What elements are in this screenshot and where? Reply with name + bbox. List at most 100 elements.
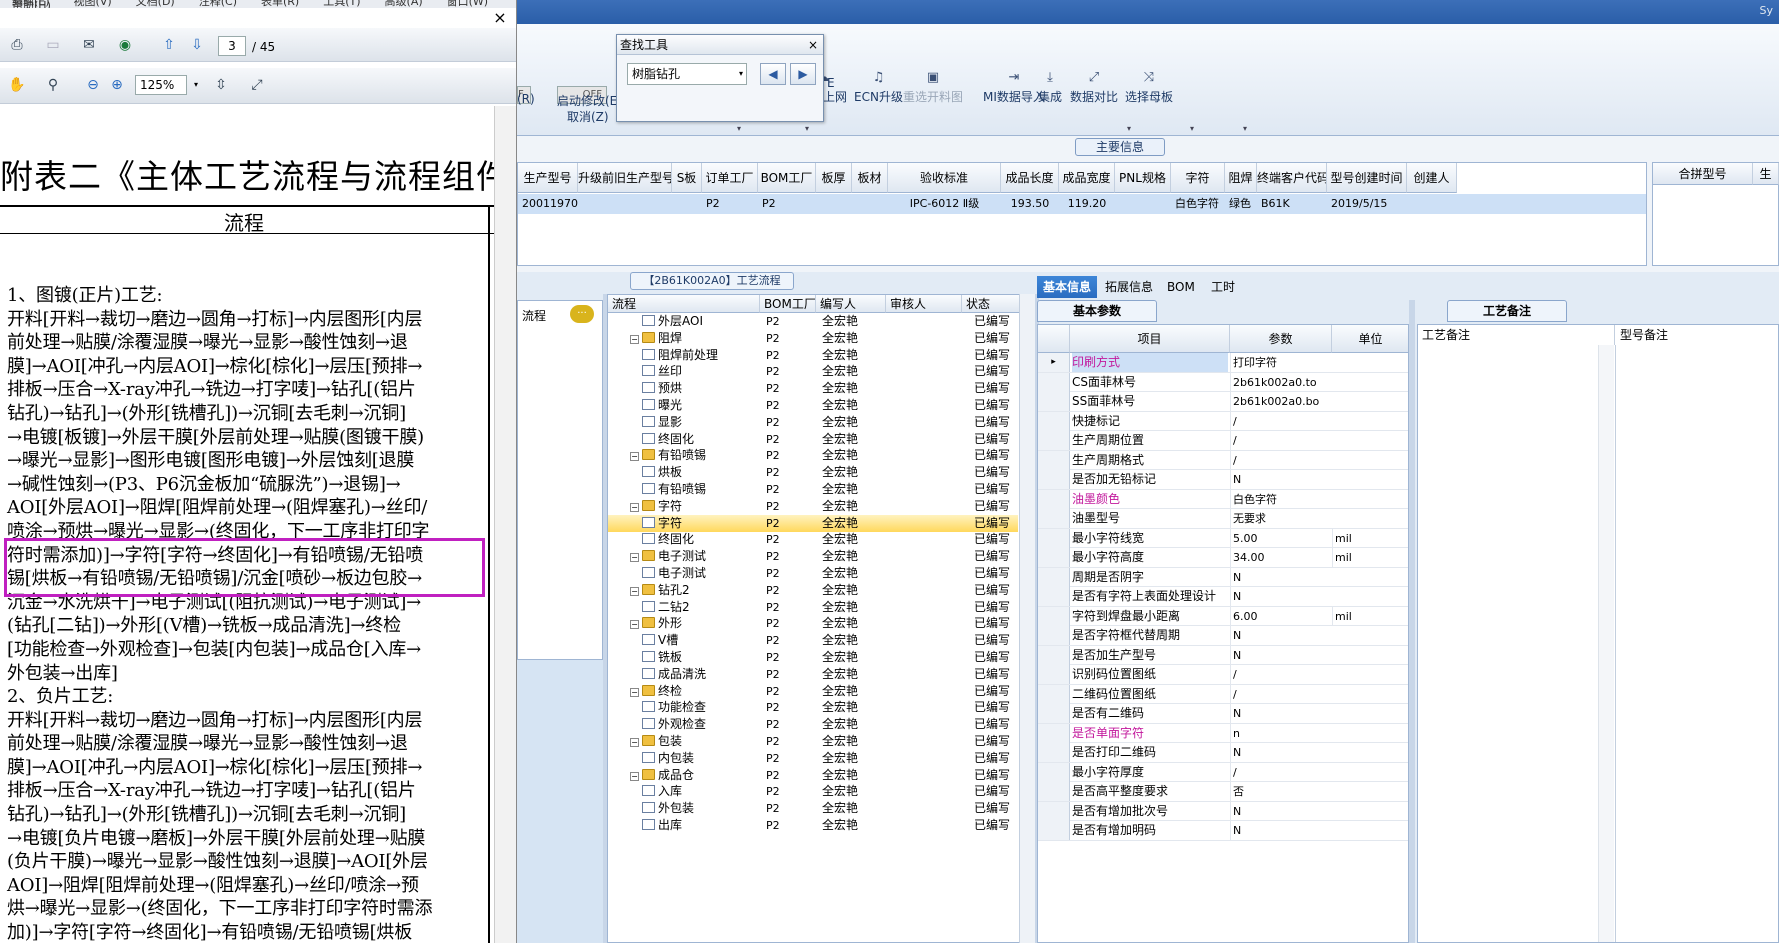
chevron-down-icon[interactable]: ▾	[194, 76, 198, 94]
column-header[interactable]: 终端客户代码	[1257, 163, 1327, 193]
param-value[interactable]: /	[1230, 450, 1330, 470]
table-row[interactable]: 字符到焊盘最小距离 6.00 mil	[1038, 606, 1408, 626]
tree-row[interactable]: − 有铅喷锡 P2 全宏艳 已编写	[608, 447, 1018, 464]
column-header[interactable]: 创建人	[1407, 163, 1457, 193]
tree-row[interactable]: 入库 P2 全宏艳 已编写	[608, 783, 1018, 800]
column-header[interactable]: 升级前旧生产型号	[578, 163, 672, 193]
fit-width-icon[interactable]: ⇳	[210, 74, 232, 96]
ribbon-button[interactable]: ⤢ 数据对比	[1070, 70, 1118, 105]
param-value[interactable]: N	[1230, 743, 1330, 762]
column-header[interactable]: 验收标准	[888, 163, 1001, 193]
tree-row[interactable]: 外包装 P2 全宏艳 已编写	[608, 800, 1018, 817]
zoom-out-icon[interactable]: ⊖	[82, 74, 104, 96]
table-row[interactable]: 是否高平整度要求 否	[1038, 782, 1408, 802]
tree-row[interactable]: 显影 P2 全宏艳 已编写	[608, 414, 1018, 431]
tree-row[interactable]: 终固化 P2 全宏艳 已编写	[608, 531, 1018, 548]
param-value[interactable]: 打印字符	[1230, 353, 1330, 372]
column-header[interactable]: 生产型号	[518, 163, 578, 193]
chevron-down-icon[interactable]: ▾	[1190, 124, 1194, 133]
cancel-button[interactable]: 取消(Z)	[567, 108, 609, 125]
table-row[interactable]: 是否有二维码 N	[1038, 704, 1408, 724]
chevron-down-icon[interactable]: ▾	[739, 64, 743, 84]
collapse-icon[interactable]: −	[630, 620, 639, 630]
param-value[interactable]: N	[1230, 567, 1330, 587]
param-value[interactable]: N	[1230, 821, 1330, 840]
collapse-icon[interactable]: −	[630, 586, 639, 596]
tree-row[interactable]: 丝印 P2 全宏艳 已编写	[608, 363, 1018, 380]
column-header[interactable]: 阻焊	[1225, 163, 1257, 193]
splitter[interactable]	[1409, 300, 1415, 943]
param-value[interactable]: N	[1230, 587, 1330, 606]
tree-row[interactable]: 有铅喷锡 P2 全宏艳 已编写	[608, 481, 1018, 498]
ribbon-button[interactable]: ⤨ 选择母板	[1125, 70, 1173, 105]
column-header[interactable]: 参数	[1230, 325, 1332, 353]
chevron-down-icon[interactable]: ▾	[805, 124, 809, 133]
auto-modify-button[interactable]: 启动修改(E)	[557, 92, 622, 109]
find-select[interactable]: 树脂钻孔 ▾	[627, 63, 747, 85]
tree-row[interactable]: − 终检 P2 全宏艳 已编写	[608, 683, 1018, 700]
save-icon[interactable]: ▭	[42, 34, 64, 56]
table-row[interactable]: 最小字符线宽 5.00 mil	[1038, 528, 1408, 548]
param-value[interactable]: N	[1230, 704, 1330, 723]
chevron-down-icon[interactable]: ▾	[1127, 124, 1131, 133]
flow-scrollbar[interactable]	[1019, 294, 1035, 943]
collapse-icon[interactable]: −	[630, 771, 639, 781]
param-value[interactable]: /	[1230, 431, 1330, 450]
menu-item[interactable]: 窗口(W)	[447, 0, 488, 8]
tab-basic[interactable]: 基本信息	[1037, 276, 1098, 298]
tree-row[interactable]: 曝光 P2 全宏艳 已编写	[608, 397, 1018, 414]
ribbon-button[interactable]: ⤓ 集成	[1038, 70, 1062, 105]
param-value[interactable]: N	[1230, 801, 1330, 821]
param-value[interactable]: /	[1230, 411, 1330, 431]
column-header[interactable]: 流程	[608, 295, 760, 313]
table-row[interactable]: 识别码位置图纸 /	[1038, 665, 1408, 685]
print-icon[interactable]: ⎙	[6, 34, 28, 56]
column-header[interactable]: BOM工厂	[760, 295, 816, 313]
tree-row[interactable]: 阻焊前处理 P2 全宏艳 已编写	[608, 347, 1018, 364]
param-value[interactable]: n	[1230, 723, 1330, 743]
tree-row[interactable]: V槽 P2 全宏艳 已编写	[608, 632, 1018, 649]
pdf-scrollbar[interactable]	[494, 106, 516, 943]
tree-row[interactable]: 铣板 P2 全宏艳 已编写	[608, 649, 1018, 666]
tab-hours[interactable]: 工时	[1205, 276, 1241, 298]
param-value[interactable]: /	[1230, 665, 1330, 684]
table-row[interactable]: 是否加无铅标记 N	[1038, 470, 1408, 490]
column-header[interactable]: PNL规格	[1115, 163, 1171, 193]
param-value[interactable]: 无要求	[1230, 509, 1330, 528]
param-value[interactable]: 5.00	[1230, 528, 1330, 548]
column-header[interactable]: S板	[672, 163, 702, 193]
column-header[interactable]: BOM工厂	[758, 163, 816, 193]
ribbon-button[interactable]: ▣ 重选开料图	[903, 70, 963, 105]
column-header[interactable]: 型号创建时间	[1327, 163, 1407, 193]
close-icon[interactable]: ×	[805, 35, 821, 55]
find-prev-icon[interactable]: ◀	[760, 63, 786, 85]
zoom-in-icon[interactable]: ⊕	[106, 74, 128, 96]
table-row[interactable]: 快捷标记 /	[1038, 411, 1408, 431]
column-header[interactable]: 项目	[1070, 325, 1230, 353]
zoom-select[interactable]: 125% ▾	[135, 75, 198, 95]
column-header[interactable]: 板厚	[816, 163, 852, 193]
chevron-down-icon[interactable]: ▾	[737, 124, 741, 133]
column-header[interactable]: 审核人	[886, 295, 962, 313]
tree-row[interactable]: − 字符 P2 全宏艳 已编写	[608, 498, 1018, 515]
tree-row[interactable]: 烘板 P2 全宏艳 已编写	[608, 464, 1018, 481]
menu-item[interactable]: 工具(T)	[323, 0, 360, 8]
column-header[interactable]: 合拼型号	[1653, 163, 1753, 185]
tree-row[interactable]: 终固化 P2 全宏艳 已编写	[608, 431, 1018, 448]
tree-row[interactable]: 电子测试 P2 全宏艳 已编写	[608, 565, 1018, 582]
column-header[interactable]: 单位	[1332, 325, 1408, 353]
column-header[interactable]: 成品宽度	[1059, 163, 1115, 193]
table-row[interactable]: SS面菲林号 2b61k002a0.bo	[1038, 392, 1408, 412]
collapse-icon[interactable]: −	[630, 687, 639, 697]
collapse-icon[interactable]: −	[630, 553, 639, 563]
param-value[interactable]: 34.00	[1230, 548, 1330, 567]
zoom-tool-icon[interactable]: ⚲	[42, 74, 64, 96]
tree-row[interactable]: − 阻焊 P2 全宏艳 已编写	[608, 330, 1018, 347]
tree-row[interactable]: − 成品仓 P2 全宏艳 已编写	[608, 767, 1018, 784]
menu-item[interactable]: 高级(A)	[385, 0, 423, 8]
table-row[interactable]: 是否有字符上表面处理设计 N	[1038, 587, 1408, 607]
page-down-icon[interactable]: ⇩	[186, 34, 208, 56]
menu-item[interactable]: 视图(V)	[74, 0, 112, 8]
menu-item[interactable]: 帮助(H)	[12, 0, 51, 8]
pdf-close-icon[interactable]: ×	[490, 8, 510, 28]
